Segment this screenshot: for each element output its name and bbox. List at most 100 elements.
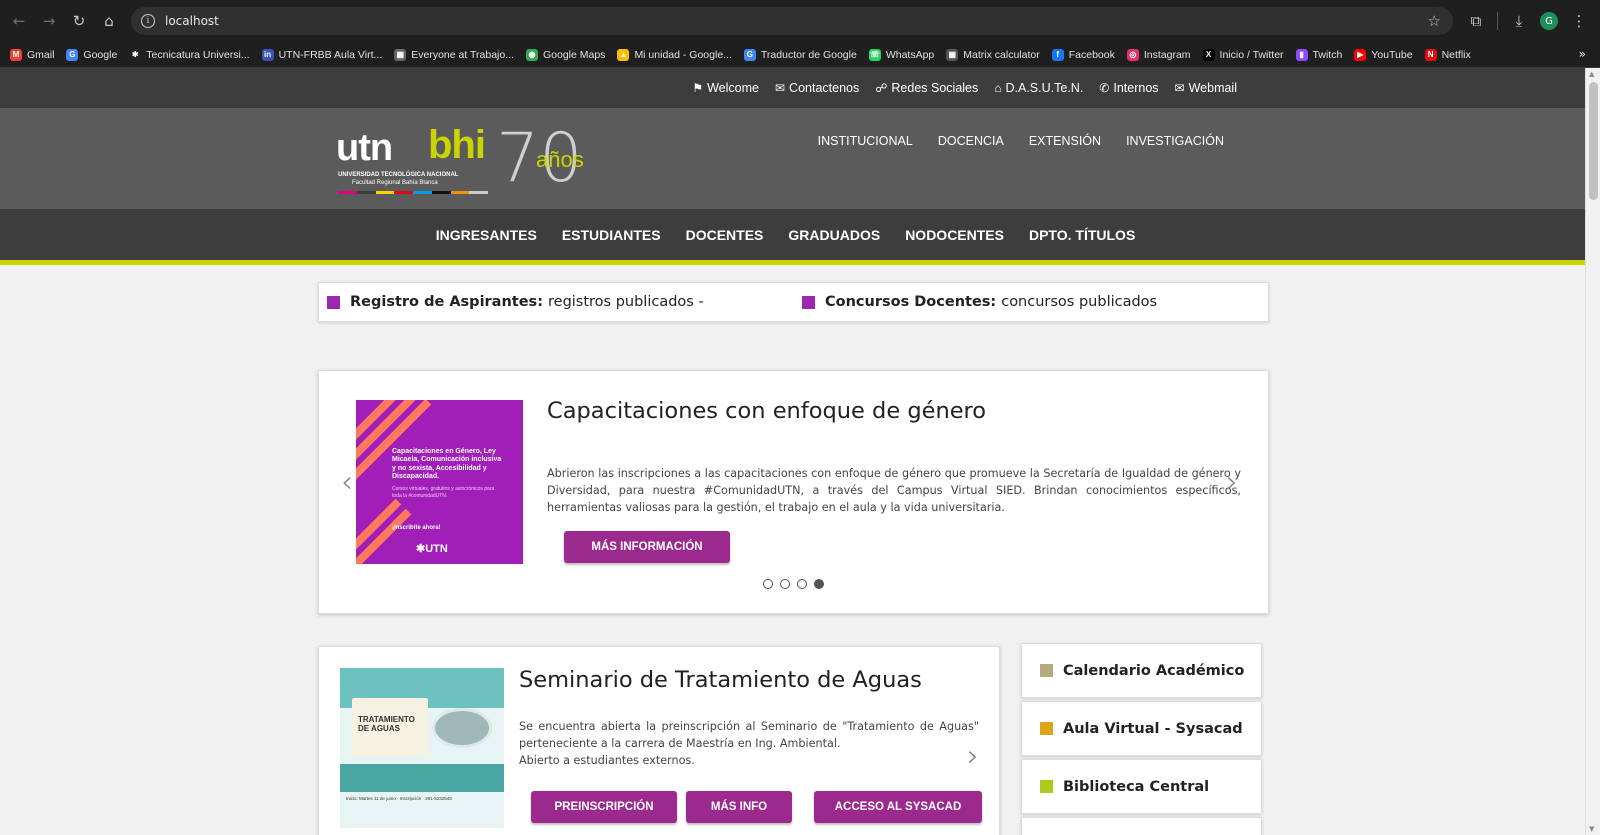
image-title-box: TRATAMIENTO DE AGUAS xyxy=(352,698,428,756)
menu-icon[interactable]: ⋮ xyxy=(1564,6,1594,36)
prev-slide-icon[interactable]: ‹ xyxy=(341,465,353,500)
bookmark-favicon-icon: G xyxy=(743,48,756,61)
utility-link[interactable]: ✉ Webmail xyxy=(1175,81,1237,95)
nav-secondary-item[interactable]: GRADUADOS xyxy=(788,227,880,243)
scroll-thumb[interactable] xyxy=(1589,82,1598,200)
bookmark-item[interactable]: G Google xyxy=(66,48,118,61)
ticker-item[interactable]: Registro de Aspirantes: registros public… xyxy=(319,294,794,310)
download-icon[interactable]: ⤓ xyxy=(1504,6,1534,36)
bookmark-item[interactable]: ▮ Twitch xyxy=(1295,48,1343,61)
bookmark-item[interactable]: M Gmail xyxy=(10,48,54,61)
bookmark-label: Twitch xyxy=(1312,48,1343,61)
home-icon[interactable]: ⌂ xyxy=(94,6,124,36)
slide-image[interactable]: Capacitaciones en Género, Ley Micaela, C… xyxy=(356,400,523,564)
bookmark-label: Google xyxy=(83,48,118,61)
reload-icon[interactable]: ↻ xyxy=(64,6,94,36)
utility-link[interactable]: ✉ Contactenos xyxy=(775,81,859,95)
bookmarks-overflow-icon[interactable]: » xyxy=(1579,47,1586,61)
bookmark-item[interactable]: X Inicio / Twitter xyxy=(1202,48,1284,61)
profile-avatar[interactable]: G xyxy=(1540,12,1558,30)
bookmark-favicon-icon: M xyxy=(10,48,22,61)
aula-square-icon xyxy=(1040,722,1053,735)
nav-primary-item[interactable]: INSTITUCIONAL xyxy=(818,134,913,148)
bookmark-item[interactable]: in UTN-FRBB Aula Virt... xyxy=(261,48,382,61)
seminario-image[interactable]: TRATAMIENTO DE AGUAS Inicio: Martes 11 d… xyxy=(340,668,504,828)
slide-image-brand: ✱UTN xyxy=(416,543,448,555)
sidebar-item-aula-virtual[interactable]: Aula Virtual - Sysacad xyxy=(1021,701,1262,756)
bookmark-item[interactable]: ◉ Google Maps xyxy=(525,48,605,61)
sidebar-item-calendario[interactable]: Calendario Académico xyxy=(1021,643,1262,698)
bookmark-favicon-icon: ▦ xyxy=(946,48,959,61)
page-scrollbar[interactable]: ▲ ▼ xyxy=(1585,68,1600,835)
carousel-dot[interactable] xyxy=(763,579,773,589)
next-slide-icon[interactable]: › xyxy=(967,739,979,774)
nav-secondary-item[interactable]: ESTUDIANTES xyxy=(562,227,661,243)
bookmark-item[interactable]: ▦ Everyone at Trabajo... xyxy=(394,48,514,61)
url-text[interactable]: localhost xyxy=(165,14,219,28)
bookmark-label: Facebook xyxy=(1068,48,1115,61)
bookmark-favicon-icon: ◎ xyxy=(1126,48,1139,61)
carousel-dot[interactable] xyxy=(797,579,807,589)
address-bar[interactable]: i localhost ☆ xyxy=(131,7,1453,35)
sidebar-item[interactable] xyxy=(1021,817,1262,835)
bookmark-label: Mi unidad - Google... xyxy=(634,48,732,61)
sidebar-item-label: Biblioteca Central xyxy=(1063,778,1210,795)
utility-link[interactable]: ✆ Internos xyxy=(1099,81,1158,95)
nav-secondary-item[interactable]: NODOCENTES xyxy=(905,227,1004,243)
utility-link-icon: ⌂ xyxy=(994,81,1002,95)
utility-link-label: Redes Sociales xyxy=(891,81,979,95)
carousel-dot[interactable] xyxy=(780,579,790,589)
nav-primary-item[interactable]: EXTENSIÓN xyxy=(1029,134,1101,148)
acceso-sysacad-button[interactable]: ACCESO AL SYSACAD xyxy=(814,791,982,823)
nav-secondary-item[interactable]: DPTO. TÍTULOS xyxy=(1029,227,1135,243)
site-info-icon[interactable]: i xyxy=(141,14,155,28)
bookmark-label: Traductor de Google xyxy=(760,48,857,61)
nav-primary-item[interactable]: INVESTIGACIÓN xyxy=(1126,134,1224,148)
ticker-label: Registro de Aspirantes: xyxy=(350,294,543,310)
utility-link[interactable]: ⚑ Welcome xyxy=(692,81,759,95)
news-carousel: Capacitaciones en Género, Ley Micaela, C… xyxy=(318,370,1269,614)
bookmark-label: YouTube xyxy=(1371,48,1413,61)
bookmark-item[interactable]: G Traductor de Google xyxy=(743,48,857,61)
bookmark-item[interactable]: ▶ YouTube xyxy=(1354,48,1413,61)
secondary-nav: INGRESANTES ESTUDIANTES DOCENTES GRADUADOS N… xyxy=(0,209,1585,265)
bookmark-item[interactable]: ▲ Mi unidad - Google... xyxy=(617,48,732,61)
bookmark-item[interactable]: ✱ Tecnicatura Universi... xyxy=(129,48,250,61)
scroll-up-icon[interactable]: ▲ xyxy=(1589,70,1594,78)
scroll-down-icon[interactable]: ▼ xyxy=(1589,825,1594,833)
ticker-item[interactable]: Concursos Docentes: concursos publicados xyxy=(794,294,1157,310)
bookmark-item[interactable]: f Facebook xyxy=(1051,48,1115,61)
bookmark-item[interactable]: ▦ Matrix calculator xyxy=(946,48,1040,61)
preinscripcion-button[interactable]: PREINSCRIPCIÓN xyxy=(531,791,677,823)
sidebar-item-biblioteca[interactable]: Biblioteca Central xyxy=(1021,759,1262,814)
extensions-icon[interactable]: ⧉ xyxy=(1461,6,1491,36)
bookmark-favicon-icon: X xyxy=(1202,48,1215,61)
news-ticker: Registro de Aspirantes: registros public… xyxy=(318,282,1269,322)
seminario-text-main: Se encuentra abierta la preinscripción a… xyxy=(519,720,979,750)
bookmark-item[interactable]: ☏ WhatsApp xyxy=(868,48,934,61)
bookmark-item[interactable]: ◎ Instagram xyxy=(1126,48,1191,61)
more-info-button[interactable]: MÁS INFORMACIÓN xyxy=(564,531,730,563)
carousel-dot[interactable] xyxy=(814,579,824,589)
nav-secondary-item[interactable]: DOCENTES xyxy=(686,227,764,243)
bookmarks-bar: M Gmail G Google ✱ Tecnicatura Universi... in U… xyxy=(0,42,1600,68)
image-title: TRATAMIENTO DE AGUAS xyxy=(358,715,415,733)
logo-university: UNIVERSIDAD TECNOLÓGICA NACIONAL xyxy=(338,172,459,178)
utility-link[interactable]: ☍ Redes Sociales xyxy=(875,81,978,95)
logo-anos: años xyxy=(536,147,584,172)
nav-primary-item[interactable]: DOCENCIA xyxy=(938,134,1004,148)
utility-link[interactable]: ⌂ D.A.S.U.Te.N. xyxy=(994,81,1083,95)
next-slide-icon[interactable]: › xyxy=(1226,465,1238,500)
page-viewport: ⚑ Welcome ✉ Contactenos ☍ Redes Sociales ⌂ D.A.… xyxy=(0,68,1585,835)
seminario-title: Seminario de Tratamiento de Aguas xyxy=(519,667,922,693)
bookmark-favicon-icon: ▲ xyxy=(617,48,630,61)
slide-image-title: Capacitaciones en Género, Ley Micaela, C… xyxy=(392,448,502,481)
mas-info-button[interactable]: MÁS INFO xyxy=(686,791,792,823)
ticker-text: concursos publicados xyxy=(1001,294,1158,310)
back-icon[interactable]: ← xyxy=(4,6,34,36)
utn-bhi-logo[interactable]: utn bhi UNIVERSIDAD TECNOLÓGICA NACIONAL… xyxy=(336,119,616,198)
bookmark-star-icon[interactable]: ☆ xyxy=(1428,12,1441,30)
forward-icon[interactable]: → xyxy=(34,6,64,36)
nav-secondary-item[interactable]: INGRESANTES xyxy=(436,227,537,243)
bookmark-item[interactable]: N Netflix xyxy=(1424,48,1471,61)
